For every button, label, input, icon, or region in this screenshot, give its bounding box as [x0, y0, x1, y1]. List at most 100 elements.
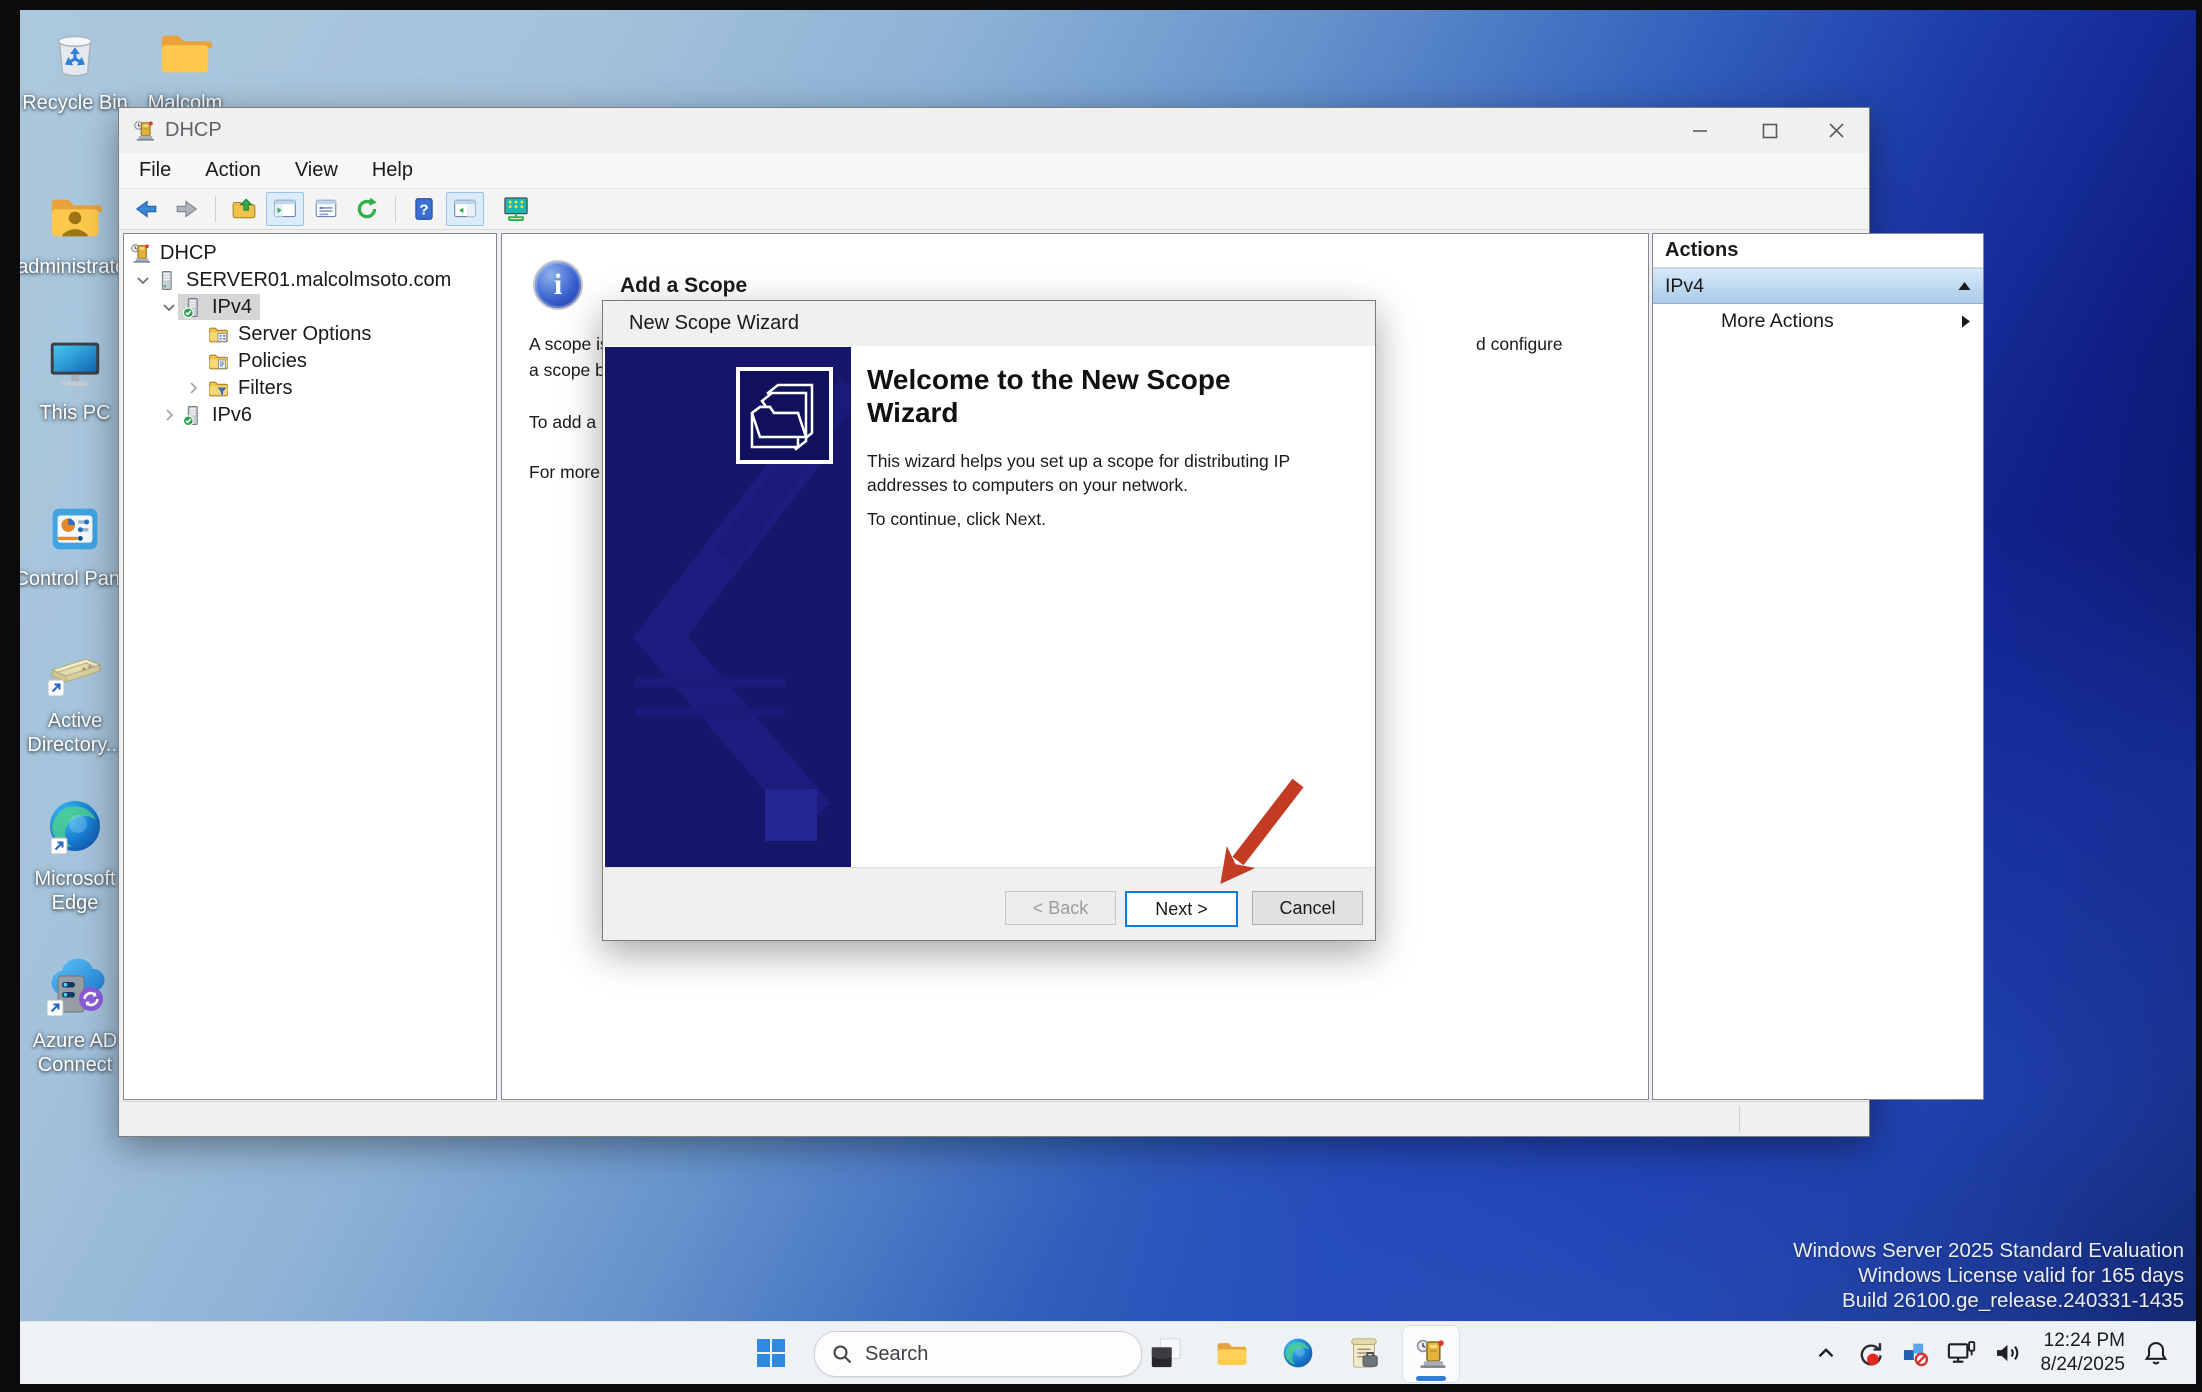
- forward-button[interactable]: [168, 192, 206, 226]
- tree-item-ipv6[interactable]: IPv6: [124, 402, 496, 429]
- tree-label[interactable]: IPv4: [212, 296, 252, 319]
- tree-item-policies[interactable]: Policies: [124, 348, 496, 375]
- update-pending-icon[interactable]: [1856, 1339, 1884, 1367]
- filters-folder-icon: [208, 378, 229, 399]
- more-actions-label: More Actions: [1721, 310, 1834, 333]
- menu-bar: File Action View Help: [119, 153, 1869, 189]
- chevron-collapsed-icon[interactable]: [184, 379, 202, 397]
- window-titlebar[interactable]: DHCP: [119, 108, 1869, 153]
- tree-item-server-options[interactable]: Server Options: [124, 321, 496, 348]
- network-sync-icon[interactable]: [1901, 1339, 1929, 1367]
- statusbar-separator: [1739, 1106, 1740, 1132]
- active-app-indicator: [1416, 1376, 1446, 1381]
- menu-view[interactable]: View: [295, 159, 338, 182]
- tree-item-filters[interactable]: Filters: [124, 375, 496, 402]
- taskbar-search[interactable]: Search: [814, 1331, 1142, 1377]
- export-list-button[interactable]: [225, 192, 263, 226]
- refresh-icon: [354, 196, 380, 222]
- wizard-heading: Welcome to the New Scope Wizard: [867, 363, 1297, 429]
- results-heading: Add a Scope: [620, 274, 747, 298]
- back-button[interactable]: < Back: [1005, 891, 1116, 925]
- tree-item-server[interactable]: SERVER01.malcolmsoto.com: [124, 267, 496, 294]
- ethernet-icon[interactable]: [1946, 1339, 1976, 1367]
- close-icon: [1828, 122, 1845, 139]
- file-explorer-button[interactable]: [1204, 1325, 1260, 1381]
- task-view-button[interactable]: [1138, 1325, 1194, 1381]
- dhcp-app-icon: [1415, 1338, 1447, 1370]
- results-text-fragment: To add a n: [529, 412, 611, 433]
- menu-action[interactable]: Action: [205, 159, 261, 182]
- close-button[interactable]: [1807, 108, 1865, 153]
- results-text-fragment: A scope is: [529, 334, 609, 355]
- tree-label[interactable]: DHCP: [160, 242, 217, 265]
- maximize-button[interactable]: [1741, 108, 1799, 153]
- file-explorer-icon: [1214, 1336, 1250, 1370]
- desktop-icon-malcolm[interactable]: Malcolm: [124, 22, 246, 115]
- edge-icon: [1281, 1336, 1315, 1370]
- wizard-titlebar[interactable]: New Scope Wizard: [603, 301, 1375, 346]
- clock-time: 12:24 PM: [2040, 1329, 2125, 1353]
- tray-chevron-up-icon[interactable]: [1813, 1340, 1839, 1366]
- folder-up-icon: [231, 196, 257, 222]
- console-tree-icon: [272, 196, 298, 222]
- dhcp-app-icon: [133, 120, 155, 142]
- wizard-body-text: This wizard helps you set up a scope for…: [867, 449, 1345, 497]
- windows-logo-icon: [755, 1337, 787, 1369]
- wizard-banner-art: [605, 347, 851, 867]
- azure-ad-connect-icon: [39, 952, 111, 1022]
- tree-label[interactable]: IPv6: [212, 404, 252, 427]
- dhcp-taskbar-button[interactable]: [1402, 1325, 1460, 1383]
- collapse-triangle-icon[interactable]: [1958, 281, 1971, 291]
- dhcp-root-icon: [130, 243, 151, 264]
- annotation-arrow: [1170, 775, 1340, 915]
- help-button[interactable]: ?: [405, 192, 443, 226]
- desktop: Recycle Bin Malcolm administrator This P…: [20, 10, 2196, 1384]
- dhcp-console-button[interactable]: [497, 192, 535, 226]
- tree-item-dhcp-root[interactable]: DHCP: [124, 240, 496, 267]
- taskbar-clock[interactable]: 12:24 PM 8/24/2025: [2040, 1329, 2125, 1377]
- results-text-fragment: d configure: [1476, 334, 1563, 355]
- notifications-bell-icon[interactable]: [2142, 1339, 2170, 1367]
- start-button[interactable]: [743, 1325, 799, 1381]
- tree-label[interactable]: Policies: [238, 350, 307, 373]
- tree-label[interactable]: SERVER01.malcolmsoto.com: [186, 269, 451, 292]
- volume-icon[interactable]: [1993, 1339, 2023, 1367]
- desktop-icon-recycle-bin[interactable]: Recycle Bin: [20, 22, 136, 115]
- taskbar: Search: [20, 1321, 2196, 1384]
- actions-group-label: IPv4: [1665, 275, 1704, 298]
- chevron-expanded-icon[interactable]: [160, 298, 178, 316]
- menu-file[interactable]: File: [139, 159, 171, 182]
- show-action-pane-button[interactable]: [446, 192, 484, 226]
- desktop-label: This PC: [39, 401, 110, 425]
- more-actions-item[interactable]: More Actions: [1653, 304, 1983, 338]
- wizard-continue-text: To continue, click Next.: [867, 507, 1345, 531]
- actions-group-ipv4[interactable]: IPv4: [1653, 268, 1983, 304]
- window-statusbar: [119, 1101, 1869, 1136]
- actions-pane: Actions IPv4 More Actions: [1652, 233, 1984, 1100]
- tree-item-ipv4[interactable]: IPv4: [124, 294, 496, 321]
- watermark-line3: Build 26100.ge_release.240331-1435: [1793, 1288, 2184, 1313]
- wizard-banner-panel: [605, 347, 851, 867]
- chevron-collapsed-icon[interactable]: [160, 406, 178, 424]
- info-icon: i: [533, 260, 583, 310]
- minimize-button[interactable]: [1671, 108, 1729, 153]
- show-console-tree-button[interactable]: [266, 192, 304, 226]
- menu-help[interactable]: Help: [372, 159, 413, 182]
- back-button[interactable]: [127, 192, 165, 226]
- refresh-button[interactable]: [348, 192, 386, 226]
- tree-label[interactable]: Server Options: [238, 323, 371, 346]
- expand-triangle-icon[interactable]: [1961, 315, 1971, 328]
- server-check-icon: [182, 297, 203, 318]
- forward-arrow-icon: [174, 196, 200, 222]
- user-folder-icon: [44, 186, 106, 248]
- back-arrow-icon: [133, 196, 159, 222]
- tree-label[interactable]: Filters: [238, 377, 292, 400]
- properties-button[interactable]: [307, 192, 345, 226]
- desktop-label: administrator: [20, 255, 133, 279]
- edge-button[interactable]: [1270, 1325, 1326, 1381]
- server-options-folder-icon: [208, 324, 229, 345]
- toolbar-separator: [215, 196, 216, 222]
- server-manager-button[interactable]: [1336, 1325, 1392, 1381]
- wizard-title: New Scope Wizard: [629, 312, 799, 335]
- chevron-expanded-icon[interactable]: [134, 271, 152, 289]
